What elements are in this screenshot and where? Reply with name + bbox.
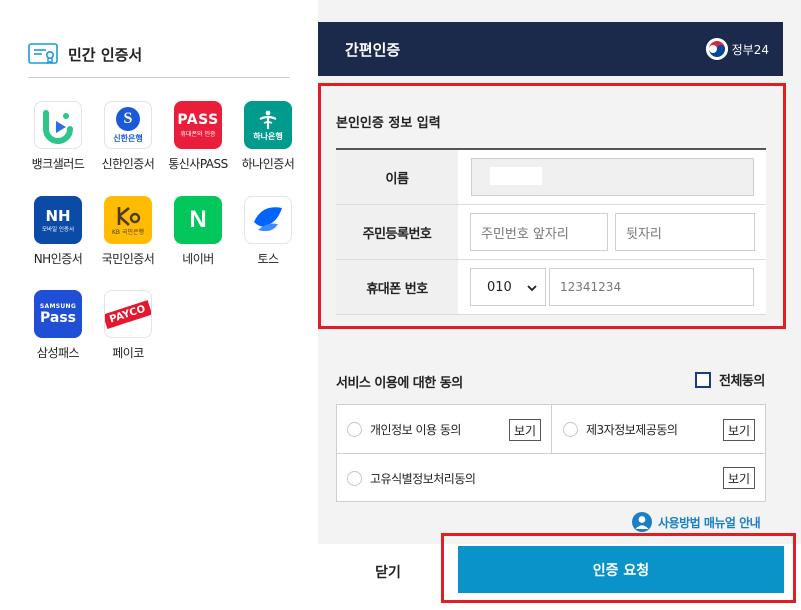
provider-hana[interactable]: 하나은행 하나인증서: [231, 101, 305, 172]
naver-logo-icon: N: [174, 196, 222, 244]
auth-request-button[interactable]: 인증 요청: [458, 546, 784, 593]
radio-icon[interactable]: [347, 470, 362, 486]
provider-banksalad[interactable]: 뱅크샐러드: [21, 101, 95, 172]
banksalad-logo-icon: [34, 101, 82, 149]
provider-shinhan[interactable]: S 신한은행 신한인증서: [91, 101, 165, 172]
provider-payco[interactable]: PAYCO 페이코: [91, 290, 165, 361]
checkbox-icon[interactable]: [695, 371, 711, 388]
provider-samsung-pass[interactable]: SAMSUNG Pass 삼성패스: [21, 290, 95, 361]
private-cert-title: 민간 인증서: [68, 46, 143, 64]
provider-nh[interactable]: NH 모바일 인증서 NH인증서: [21, 196, 95, 267]
simple-auth-title: 간편인증: [345, 41, 401, 59]
user-icon: [632, 512, 652, 532]
radio-icon[interactable]: [563, 421, 578, 437]
provider-pass[interactable]: PASS 휴대폰와 인증 통신사PASS: [161, 101, 235, 172]
agree-all-checkbox[interactable]: 전체동의: [695, 370, 765, 389]
view-personal-info-button[interactable]: 보기: [509, 419, 541, 441]
view-unique-id-button[interactable]: 보기: [723, 467, 755, 489]
hana-logo-icon: 하나은행: [244, 101, 292, 149]
form-highlight-box: [318, 83, 786, 329]
shinhan-logo-icon: S 신한은행: [104, 101, 152, 149]
provider-toss[interactable]: 토스: [231, 196, 305, 267]
radio-icon[interactable]: [347, 421, 362, 437]
provider-kb[interactable]: KB 국민은행 국민인증서: [91, 196, 165, 267]
view-third-party-button[interactable]: 보기: [723, 419, 755, 441]
close-button[interactable]: 닫기: [318, 548, 458, 596]
private-cert-header: 민간 인증서: [28, 40, 290, 78]
agree-third-party[interactable]: 제3자정보제공동의: [563, 405, 678, 453]
samsung-pass-logo-icon: SAMSUNG Pass: [34, 290, 82, 338]
agree-personal-info[interactable]: 개인정보 이용 동의: [347, 405, 461, 453]
gov24-logo: 정부24: [705, 37, 769, 61]
provider-naver[interactable]: N 네이버: [161, 196, 235, 267]
kb-logo-icon: KB 국민은행: [104, 196, 152, 244]
divider: [551, 405, 552, 453]
taegeuk-icon: [705, 38, 728, 60]
pass-logo-icon: PASS 휴대폰와 인증: [174, 101, 222, 149]
agreement-list: 개인정보 이용 동의 보기 제3자정보제공동의 보기 고유식별정보처리동의 보기: [336, 404, 766, 502]
certificate-icon: [28, 43, 58, 65]
agree-unique-id[interactable]: 고유식별정보처리동의: [347, 454, 476, 502]
private-cert-panel: 민간 인증서 뱅크샐러드 S 신한은행 신한인증서 PASS 휴대폰와 인증 통…: [0, 0, 318, 610]
nh-logo-icon: NH 모바일 인증서: [34, 196, 82, 244]
simple-auth-header: 간편인증 정부24: [318, 22, 783, 76]
payco-logo-icon: PAYCO: [104, 290, 152, 338]
toss-logo-icon: [244, 196, 292, 244]
agreement-title: 서비스 이용에 대한 동의: [336, 376, 463, 391]
usage-manual-link[interactable]: 사용방법 매뉴얼 안내: [632, 512, 761, 532]
